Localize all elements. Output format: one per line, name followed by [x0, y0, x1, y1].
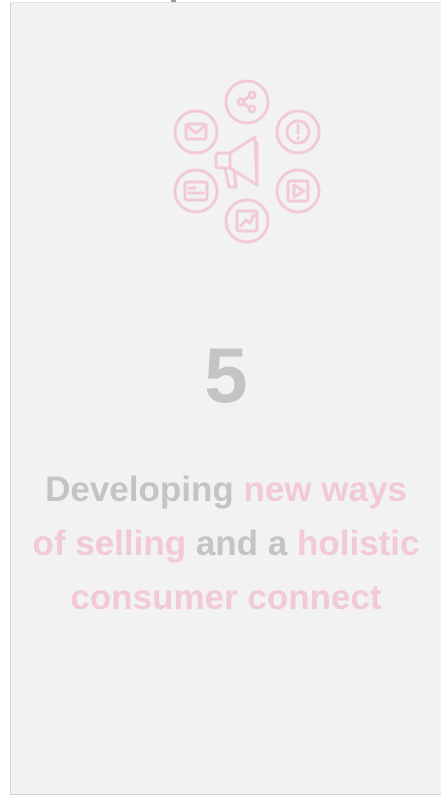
headline-line-1: Developing new ways — [11, 463, 441, 517]
document-icon — [173, 168, 219, 214]
marketing-icon-cluster — [161, 73, 333, 253]
step-number: 5 — [204, 331, 248, 419]
headline-text: and a — [186, 524, 297, 563]
headline-highlight: of selling — [32, 524, 187, 563]
megaphone-icon — [214, 135, 259, 189]
headline: Developing new ways of selling and a hol… — [11, 463, 441, 625]
share-icon — [224, 79, 270, 125]
chart-icon — [224, 198, 270, 244]
headline-highlight: holistic — [296, 524, 420, 563]
feature-card: 5 Developing new ways of selling and a h… — [10, 2, 441, 795]
headline-line-2: of selling and a holistic — [11, 517, 441, 571]
headline-line-3: consumer connect — [11, 571, 441, 625]
alert-icon — [275, 109, 321, 155]
headline-highlight: new ways — [243, 470, 407, 509]
headline-highlight: consumer connect — [70, 578, 382, 617]
mail-icon — [173, 109, 219, 155]
play-icon — [275, 168, 321, 214]
headline-text: Developing — [45, 470, 244, 509]
